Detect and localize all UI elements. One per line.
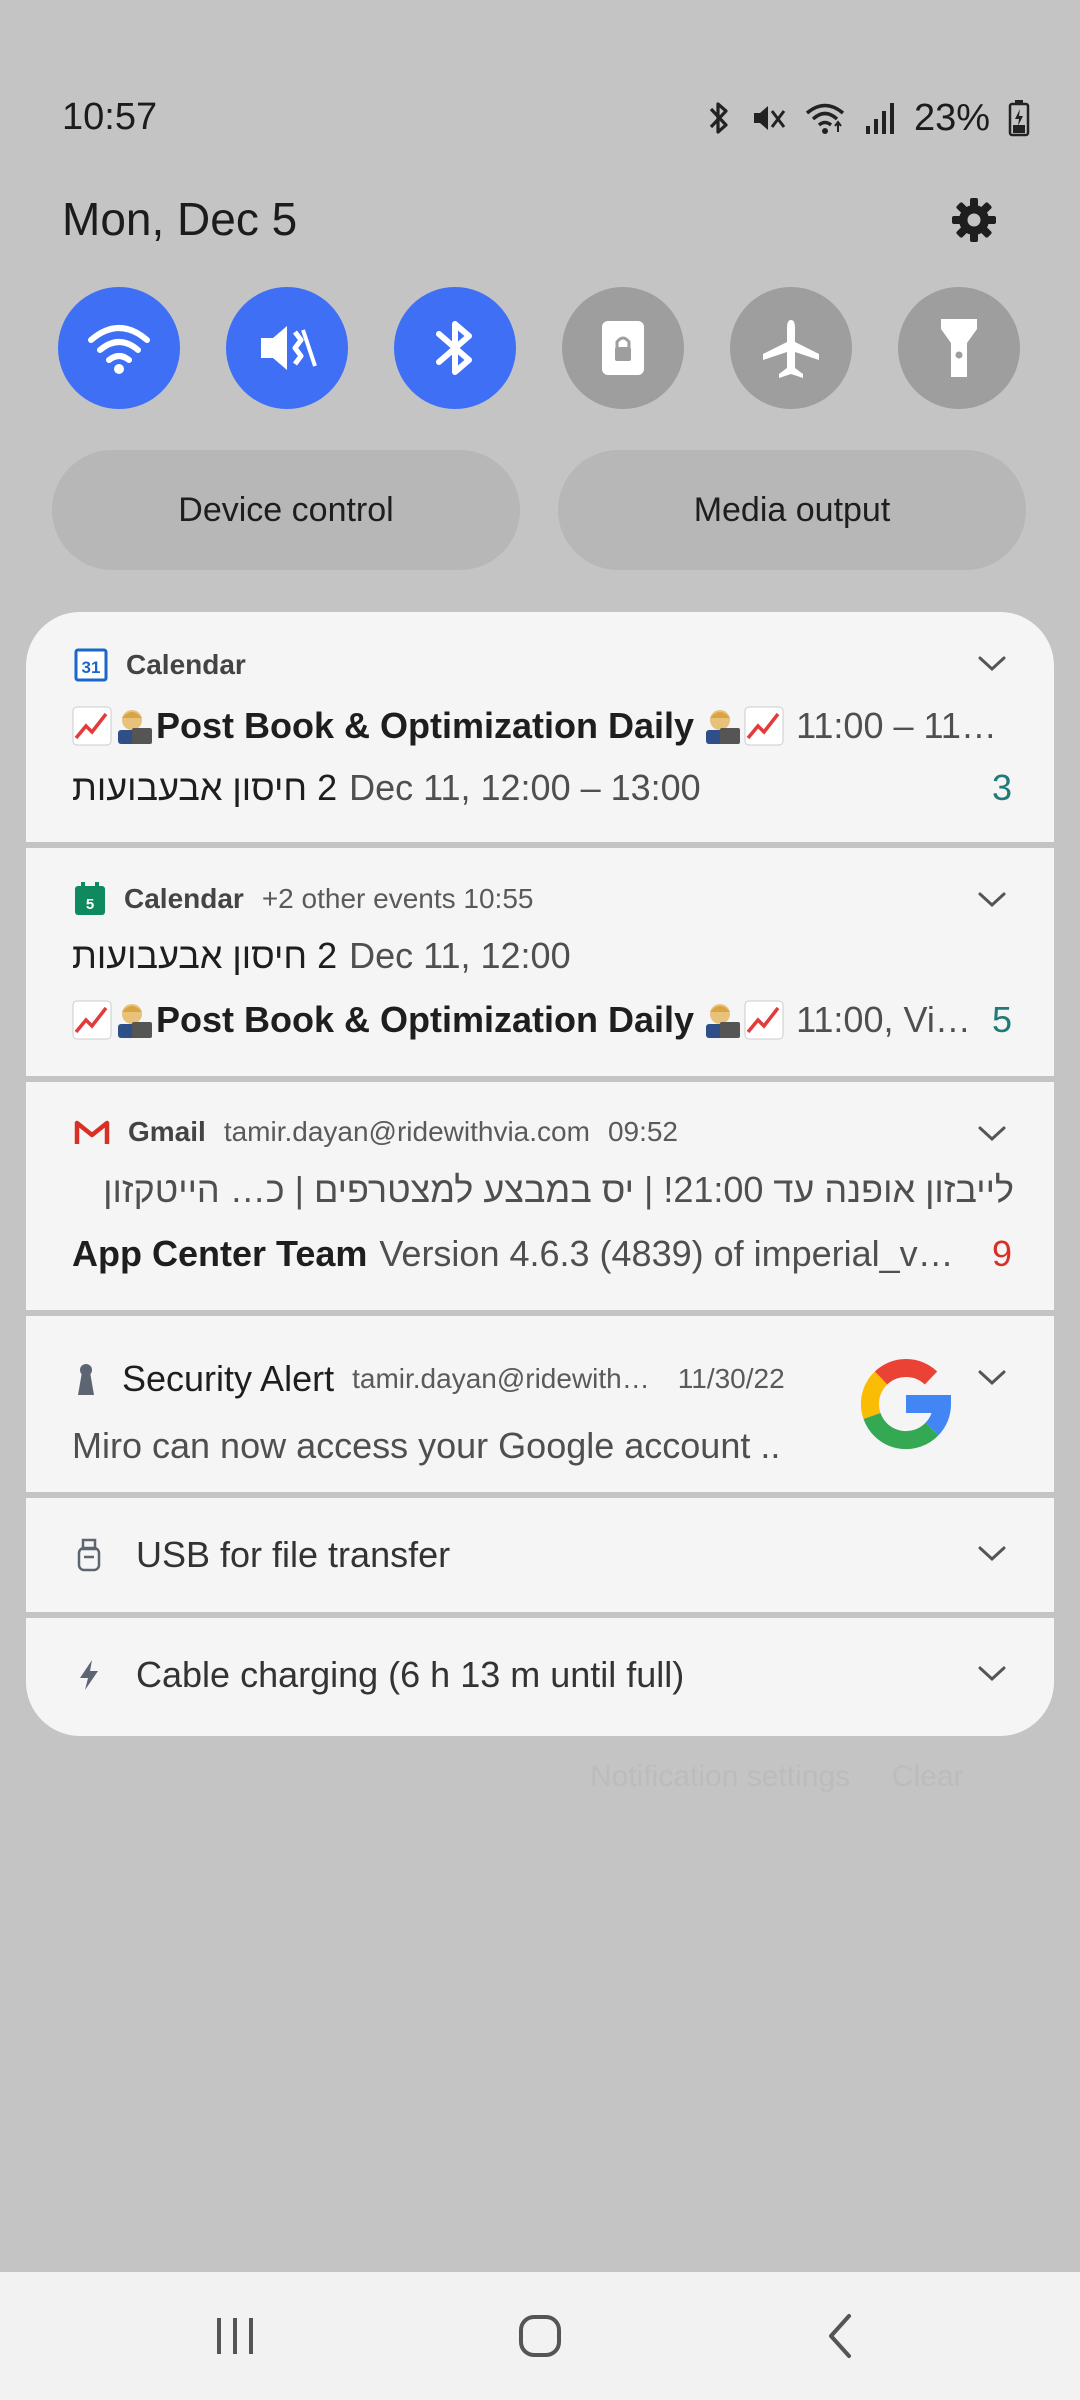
usb-icon [77,1538,101,1572]
event-hebrew-title: 2 חיסון אבעבועות [72,767,338,808]
chevron-down-icon [978,892,1006,908]
lock-icon [602,321,644,375]
settings-button[interactable] [944,190,1004,250]
email-preview: Version 4.6.3 (4839) of imperial_v… [379,1233,954,1274]
event-detail: Dec 11, 12:00 – 13:00 [349,767,701,808]
chevron-down-icon [978,1370,1006,1386]
notification-count: 5 [991,999,1012,1040]
charging-bolt-icon [80,1660,98,1690]
notification-count: 9 [991,1233,1012,1274]
mute-icon [261,326,317,370]
chart-emoji-icon [744,706,784,746]
expand-button[interactable] [970,1356,1014,1400]
svg-text:5: 5 [86,896,94,913]
flashlight-icon [941,319,977,377]
charging-notification[interactable]: Cable charging (6 h 13 m until full) [26,1618,1054,1736]
email-subject: לייבזון אופנה עד 21:00! | יס במבצע למצטר… [103,1169,1014,1210]
bluetooth-icon [709,102,728,134]
calendar-notification-2[interactable]: 5 Calendar +2 other events 10:55 2 חיסון… [26,848,1054,1076]
wifi-icon [805,103,845,134]
google-logo [856,1354,956,1459]
chart-emoji-icon [744,1000,784,1040]
expand-button[interactable] [970,1652,1014,1696]
date-label: Mon, Dec 5 [62,193,298,245]
home-icon [519,2315,561,2357]
airplane-icon [763,320,819,378]
alert-title: Security Alert [122,1358,335,1399]
email-sender: App Center Team [72,1233,368,1274]
event-hebrew-title: 2 חיסון אבעבועות [72,935,338,976]
event-title: Post Book & Optimization Daily [156,705,695,746]
technologist-emoji-icon [706,1004,741,1038]
bluetooth-icon [436,321,472,375]
battery-percent: 23% [913,96,990,139]
account-email: tamir.dayan@ridewithvia.com [223,1116,590,1147]
back-button[interactable] [805,2308,875,2364]
technologist-emoji-icon [118,1004,152,1038]
quick-toggles [58,287,1020,409]
app-name: Calendar [126,649,246,680]
back-icon [829,2314,851,2358]
security-alert-notification[interactable]: Security Alert tamir.dayan@ridewith… 11/… [26,1316,1054,1492]
calendar-notification-1[interactable]: 31 Calendar Post Book & Optimization Dai… [26,612,1054,842]
event-time: 11:00 – 11… [796,705,997,746]
account-email: tamir.dayan@ridewith… [352,1363,650,1394]
notification-date: 11/30/22 [677,1363,785,1394]
event-title: Post Book & Optimization Daily [156,999,695,1040]
app-name: Gmail [128,1116,206,1147]
gmail-notification[interactable]: Gmail tamir.dayan@ridewithvia.com 09:52 … [26,1082,1054,1310]
chevron-down-icon [978,1126,1006,1142]
expand-button[interactable] [970,642,1014,686]
charging-text: Cable charging (6 h 13 m until full) [136,1654,685,1695]
technologist-emoji-icon [118,710,152,744]
app-name: Calendar [124,883,244,914]
expand-button[interactable] [970,878,1014,922]
device-control-button[interactable]: Device control [52,450,520,570]
expand-button[interactable] [970,1532,1014,1576]
usb-notification[interactable]: USB for file transfer [26,1498,1054,1612]
notification-settings-faded: Notification settings Clear [590,1760,964,1793]
screen-lock-toggle[interactable] [562,287,684,409]
navigation-bar [0,2272,1080,2400]
technologist-emoji-icon [706,710,741,744]
media-output-button[interactable]: Media output [558,450,1026,570]
battery-icon [1008,100,1030,137]
usb-text: USB for file transfer [136,1534,451,1575]
status-time: 10:57 [62,96,158,138]
notification-meta: +2 other events 10:55 [261,883,534,914]
keyhole-icon [78,1364,94,1395]
recent-apps-button[interactable] [200,2308,270,2364]
notification-count: 3 [991,767,1012,808]
home-button[interactable] [505,2306,575,2366]
wifi-icon [88,325,150,374]
event-time: 11:00, Vi… [796,999,971,1040]
airplane-toggle[interactable] [730,287,852,409]
chart-emoji-icon [72,1000,112,1040]
chevron-down-icon [978,1666,1006,1682]
event-detail: Dec 11, 12:00 [349,935,571,976]
flashlight-toggle[interactable] [898,287,1020,409]
gear-icon [952,198,996,242]
mute-icon [753,106,786,130]
svg-text:31: 31 [82,658,101,677]
sound-toggle[interactable] [226,287,348,409]
chevron-down-icon [978,656,1006,672]
chart-emoji-icon [72,706,112,746]
calendar-icon: 5 [75,882,105,915]
google-icon [860,1358,952,1450]
status-icons: 23% [706,96,1030,140]
recent-apps-icon [217,2318,253,2354]
wifi-toggle[interactable] [58,287,180,409]
alert-text: Miro can now access your Google account … [72,1425,781,1466]
expand-button[interactable] [970,1112,1014,1156]
bluetooth-toggle[interactable] [394,287,516,409]
chevron-down-icon [978,1546,1006,1562]
calendar-icon: 31 [74,648,108,682]
notification-time: 09:52 [607,1116,679,1147]
gmail-icon [74,1120,110,1144]
signal-icon [865,103,894,134]
